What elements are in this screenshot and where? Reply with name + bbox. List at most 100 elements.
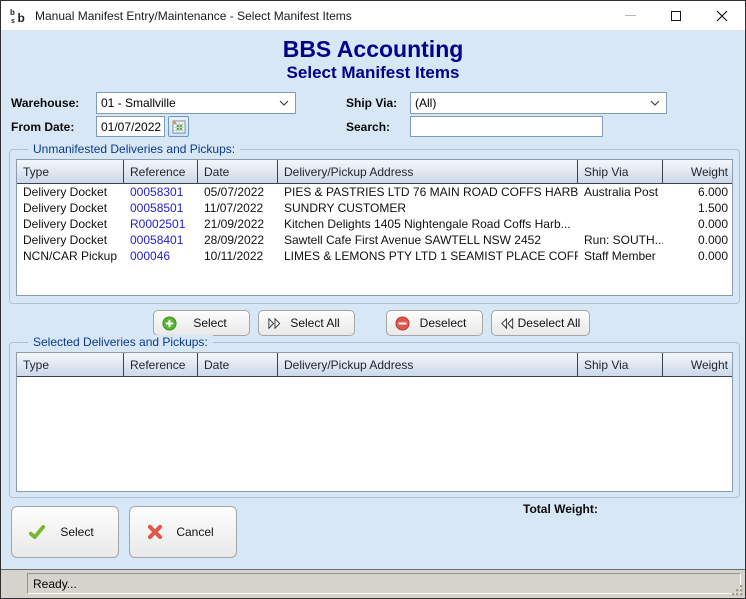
dialog-window: b s b Manual Manifest Entry/Maintenance … bbox=[0, 0, 746, 599]
column-header-date[interactable]: Date bbox=[198, 353, 278, 376]
column-header-ship-via[interactable]: Ship Via bbox=[578, 353, 663, 376]
unmanifested-table-header: Type Reference Date Delivery/Pickup Addr… bbox=[17, 160, 732, 184]
total-weight: Total Weight: bbox=[523, 502, 604, 516]
page-title: BBS Accounting bbox=[1, 36, 745, 63]
cell-reference[interactable]: R0002501 bbox=[124, 216, 198, 232]
warehouse-select[interactable]: 01 - Smallville bbox=[96, 92, 296, 114]
select-all-button-label: Select All bbox=[282, 316, 348, 330]
select-all-button[interactable]: Select All bbox=[258, 310, 355, 336]
cancel-button-label: Cancel bbox=[164, 525, 226, 539]
cell-type: Delivery Docket bbox=[17, 232, 124, 248]
status-bar: Ready... bbox=[1, 569, 745, 598]
status-panel: Ready... bbox=[27, 573, 741, 594]
dialog-content: BBS Accounting Select Manifest Items War… bbox=[1, 31, 745, 569]
cell-address: PIES & PASTRIES LTD 76 MAIN ROAD COFFS H… bbox=[278, 184, 578, 200]
cancel-button[interactable]: Cancel bbox=[129, 506, 237, 558]
cell-type: NCN/CAR Pickup bbox=[17, 248, 124, 264]
cell-type: Delivery Docket bbox=[17, 200, 124, 216]
cell-address: SUNDRY CUSTOMER bbox=[278, 200, 578, 216]
chevron-down-icon bbox=[279, 100, 289, 106]
cell-address: LIMES & LEMONS PTY LTD 1 SEAMIST PLACE C… bbox=[278, 248, 578, 264]
minus-circle-icon bbox=[395, 316, 410, 331]
selected-group-label: Selected Deliveries and Pickups: bbox=[28, 335, 213, 349]
table-row[interactable]: Delivery Docket0005840128/09/2022Sawtell… bbox=[17, 232, 732, 248]
minimize-button[interactable] bbox=[607, 1, 653, 30]
table-row[interactable]: NCN/CAR Pickup00004610/11/2022LIMES & LE… bbox=[17, 248, 732, 264]
cell-weight: 0.000 bbox=[663, 248, 732, 264]
svg-text:b: b bbox=[18, 11, 25, 25]
deselect-all-button-label: Deselect All bbox=[515, 316, 583, 330]
minimize-icon bbox=[625, 15, 636, 16]
svg-text:s: s bbox=[11, 18, 15, 25]
deselect-button[interactable]: Deselect bbox=[386, 310, 483, 336]
cell-ship-via: Staff Member bbox=[578, 248, 663, 264]
cell-date: 11/07/2022 bbox=[198, 200, 278, 216]
check-icon bbox=[28, 523, 46, 541]
select-button[interactable]: Select bbox=[153, 310, 250, 336]
warehouse-label: Warehouse: bbox=[11, 93, 79, 114]
cell-reference[interactable]: 00058501 bbox=[124, 200, 198, 216]
total-weight-label: Total Weight: bbox=[523, 502, 598, 516]
column-header-reference[interactable]: Reference bbox=[124, 160, 198, 183]
cell-reference[interactable]: 00058301 bbox=[124, 184, 198, 200]
table-row[interactable]: Delivery Docket0005830105/07/2022PIES & … bbox=[17, 184, 732, 200]
cell-ship-via bbox=[578, 216, 663, 232]
cell-date: 28/09/2022 bbox=[198, 232, 278, 248]
double-left-arrow-icon bbox=[500, 316, 515, 331]
cancel-x-icon bbox=[146, 523, 164, 541]
unmanifested-group-label: Unmanifested Deliveries and Pickups: bbox=[28, 142, 240, 156]
maximize-button[interactable] bbox=[653, 1, 699, 30]
cell-address: Sawtell Cafe First Avenue SAWTELL NSW 24… bbox=[278, 232, 578, 248]
selected-table-header: Type Reference Date Delivery/Pickup Addr… bbox=[17, 353, 732, 377]
table-row[interactable]: Delivery DocketR000250121/09/2022Kitchen… bbox=[17, 216, 732, 232]
cell-ship-via: Australia Post bbox=[578, 184, 663, 200]
ship-via-select[interactable]: (All) bbox=[410, 92, 667, 114]
table-row[interactable]: Delivery Docket0005850111/07/2022SUNDRY … bbox=[17, 200, 732, 216]
chevron-down-icon bbox=[650, 100, 660, 106]
selected-group: Selected Deliveries and Pickups: Type Re… bbox=[9, 342, 740, 498]
column-header-reference[interactable]: Reference bbox=[124, 353, 198, 376]
column-header-address[interactable]: Delivery/Pickup Address bbox=[278, 353, 578, 376]
cell-reference[interactable]: 00058401 bbox=[124, 232, 198, 248]
cell-weight: 1.500 bbox=[663, 200, 732, 216]
resize-grip[interactable] bbox=[731, 584, 744, 597]
selected-table-body bbox=[17, 377, 732, 491]
unmanifested-table: Type Reference Date Delivery/Pickup Addr… bbox=[16, 159, 733, 296]
close-icon bbox=[716, 10, 728, 22]
unmanifested-table-body: Delivery Docket0005830105/07/2022PIES & … bbox=[17, 184, 732, 295]
date-picker-button[interactable] bbox=[168, 116, 189, 137]
cell-weight: 0.000 bbox=[663, 232, 732, 248]
maximize-icon bbox=[671, 11, 681, 21]
cell-weight: 0.000 bbox=[663, 216, 732, 232]
cell-weight: 6.000 bbox=[663, 184, 732, 200]
column-header-date[interactable]: Date bbox=[198, 160, 278, 183]
cell-date: 05/07/2022 bbox=[198, 184, 278, 200]
ship-via-value: (All) bbox=[415, 96, 650, 110]
double-right-arrow-icon bbox=[267, 316, 282, 331]
cell-address: Kitchen Delights 1405 Nightengale Road C… bbox=[278, 216, 578, 232]
status-text: Ready... bbox=[33, 577, 77, 591]
column-header-type[interactable]: Type bbox=[17, 353, 124, 376]
cell-type: Delivery Docket bbox=[17, 216, 124, 232]
column-header-address[interactable]: Delivery/Pickup Address bbox=[278, 160, 578, 183]
confirm-select-button[interactable]: Select bbox=[11, 506, 119, 558]
from-date-input[interactable]: 01/07/2022 bbox=[96, 116, 165, 137]
selected-table: Type Reference Date Delivery/Pickup Addr… bbox=[16, 352, 733, 492]
search-input[interactable] bbox=[410, 116, 603, 137]
cell-date: 10/11/2022 bbox=[198, 248, 278, 264]
search-label: Search: bbox=[346, 117, 390, 138]
cell-ship-via bbox=[578, 200, 663, 216]
column-header-weight[interactable]: Weight bbox=[663, 160, 732, 183]
page-subtitle: Select Manifest Items bbox=[1, 63, 745, 83]
column-header-ship-via[interactable]: Ship Via bbox=[578, 160, 663, 183]
cell-reference[interactable]: 000046 bbox=[124, 248, 198, 264]
plus-circle-icon bbox=[162, 316, 177, 331]
title-bar: b s b Manual Manifest Entry/Maintenance … bbox=[1, 1, 745, 31]
deselect-all-button[interactable]: Deselect All bbox=[491, 310, 590, 336]
select-button-label: Select bbox=[177, 316, 243, 330]
column-header-type[interactable]: Type bbox=[17, 160, 124, 183]
cell-date: 21/09/2022 bbox=[198, 216, 278, 232]
column-header-weight[interactable]: Weight bbox=[663, 353, 732, 376]
ship-via-label: Ship Via: bbox=[346, 93, 397, 114]
close-button[interactable] bbox=[699, 1, 745, 30]
